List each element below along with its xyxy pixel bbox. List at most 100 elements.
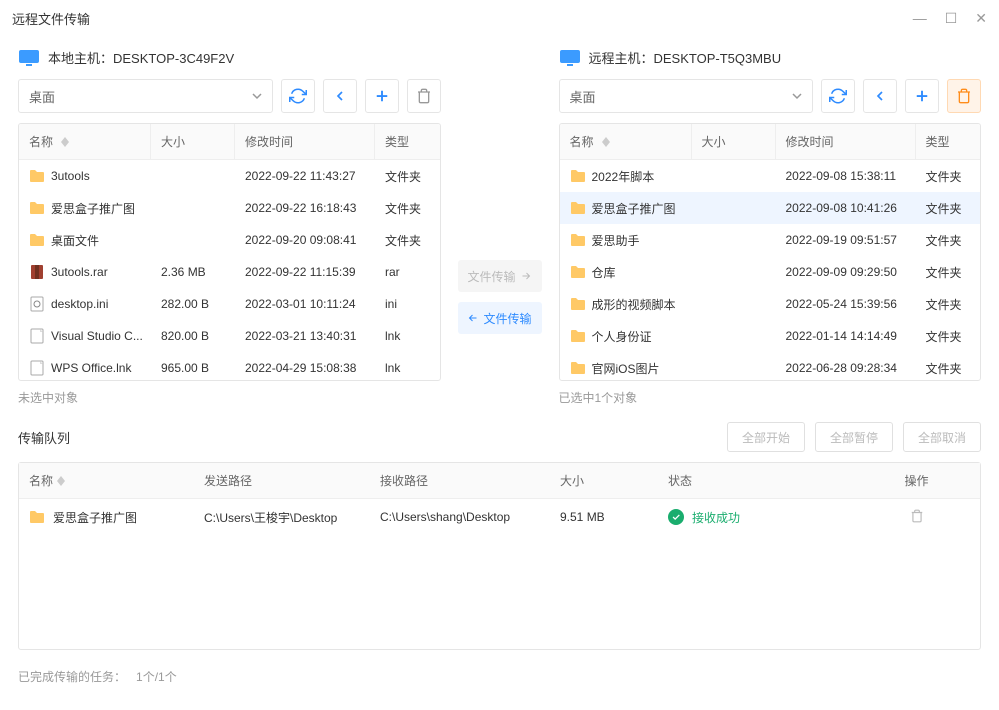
file-size: 2.36 MB bbox=[151, 265, 235, 279]
queue-item-name: 爱思盒子推广图 bbox=[53, 509, 137, 526]
queue-row[interactable]: 爱思盒子推广图 C:\Users\王梭宇\DesktopC:\Users\shan… bbox=[19, 499, 980, 535]
file-type: lnk bbox=[375, 329, 440, 343]
queue-item-delete-button[interactable] bbox=[910, 509, 924, 526]
file-type: 文件夹 bbox=[375, 168, 440, 185]
file-name: 爱思盒子推广图 bbox=[51, 200, 135, 217]
local-col-size-header[interactable]: 大小 bbox=[151, 124, 235, 159]
file-type: 文件夹 bbox=[375, 232, 440, 249]
local-new-folder-button[interactable] bbox=[365, 79, 399, 113]
file-row[interactable]: 官网iOS图片 2022-06-28 09:28:34文件夹 bbox=[560, 352, 981, 380]
file-name: 爱思盒子推广图 bbox=[592, 200, 676, 217]
local-refresh-button[interactable] bbox=[281, 79, 315, 113]
file-date: 2022-03-01 10:11:24 bbox=[235, 297, 375, 311]
file-name: 爱思助手 bbox=[592, 232, 640, 249]
file-name: 3utools.rar bbox=[51, 265, 108, 279]
file-date: 2022-09-09 09:29:50 bbox=[776, 265, 916, 279]
file-row[interactable]: 仓库2022-09-09 09:29:50文件夹 bbox=[560, 256, 981, 288]
file-date: 2022-09-22 11:43:27 bbox=[235, 169, 375, 183]
remote-delete-button[interactable] bbox=[947, 79, 981, 113]
file-name: WPS Office.lnk bbox=[51, 361, 131, 375]
file-type: 文件夹 bbox=[916, 232, 981, 249]
file-type: 文件夹 bbox=[916, 168, 981, 185]
file-name: 仓库 bbox=[592, 264, 616, 281]
remote-panel: 远程主机：DESKTOP-T5Q3MBU 桌面 名称 大小 修改时间 类型 20… bbox=[559, 48, 982, 406]
queue-col-send[interactable]: 发送路径 bbox=[194, 463, 370, 498]
transfer-to-local-button[interactable]: 文件传输 bbox=[458, 302, 542, 334]
monitor-icon bbox=[559, 49, 581, 67]
queue-col-status[interactable]: 状态 bbox=[658, 463, 853, 498]
file-row[interactable]: WPS Office.lnk 965.00 B2022-04-29 15:08:3… bbox=[19, 352, 440, 380]
remote-col-size-header[interactable]: 大小 bbox=[692, 124, 776, 159]
file-row[interactable]: 爱思盒子推广图2022-09-22 16:18:43文件夹 bbox=[19, 192, 440, 224]
local-host-label: 本地主机：DESKTOP-3C49F2V bbox=[48, 48, 234, 67]
file-row[interactable]: 3utools.rar2.36 MB2022-09-22 11:15:39rar bbox=[19, 256, 440, 288]
remote-col-type-header[interactable]: 类型 bbox=[916, 124, 981, 159]
close-button[interactable]: ✕ bbox=[975, 10, 987, 27]
local-back-button[interactable] bbox=[323, 79, 357, 113]
queue-start-all-button[interactable]: 全部开始 bbox=[727, 422, 805, 452]
remote-refresh-button[interactable] bbox=[821, 79, 855, 113]
local-col-name-header[interactable]: 名称 bbox=[19, 124, 151, 159]
local-delete-button[interactable] bbox=[407, 79, 441, 113]
minimize-button[interactable]: — bbox=[913, 10, 927, 27]
file-row[interactable]: 爱思助手 2022-09-19 09:51:57文件夹 bbox=[560, 224, 981, 256]
transfer-controls: 文件传输 文件传输 bbox=[455, 48, 545, 406]
queue-col-action[interactable]: 操作 bbox=[853, 463, 980, 498]
footer: 已完成传输的任务： 1个/1个 bbox=[0, 662, 999, 691]
file-date: 2022-09-08 10:41:26 bbox=[776, 201, 916, 215]
file-row[interactable]: 爱思盒子推广图 2022-09-08 10:41:26文件夹 bbox=[560, 192, 981, 224]
monitor-icon bbox=[18, 49, 40, 67]
transfer-to-remote-button: 文件传输 bbox=[458, 260, 542, 292]
file-date: 2022-09-20 09:08:41 bbox=[235, 233, 375, 247]
file-name: Visual Studio C... bbox=[51, 329, 143, 343]
queue-table: 名称 发送路径 接收路径 大小 状态 操作 爱思盒子推广图 C:\Users\王梭… bbox=[18, 462, 981, 650]
local-col-type-header[interactable]: 类型 bbox=[375, 124, 440, 159]
file-type: 文件夹 bbox=[916, 328, 981, 345]
remote-col-date-header[interactable]: 修改时间 bbox=[776, 124, 916, 159]
queue-pause-all-button[interactable]: 全部暂停 bbox=[815, 422, 893, 452]
remote-location-select[interactable]: 桌面 bbox=[559, 79, 814, 113]
file-date: 2022-01-14 14:14:49 bbox=[776, 329, 916, 343]
queue-item-send: C:\Users\王梭宇\Desktop bbox=[194, 499, 370, 535]
file-row[interactable]: 桌面文件 2022-09-20 09:08:41文件夹 bbox=[19, 224, 440, 256]
file-row[interactable]: 个人身份证2022-01-14 14:14:49文件夹 bbox=[560, 320, 981, 352]
file-date: 2022-09-08 15:38:11 bbox=[776, 169, 916, 183]
file-row[interactable]: Visual Studio C...820.00 B2022-03-21 13:… bbox=[19, 320, 440, 352]
file-row[interactable]: desktop.ini282.00 B2022-03-01 10:11:24in… bbox=[19, 288, 440, 320]
queue-col-recv[interactable]: 接收路径 bbox=[370, 463, 550, 498]
local-col-date-header[interactable]: 修改时间 bbox=[235, 124, 375, 159]
file-date: 2022-06-28 09:28:34 bbox=[776, 361, 916, 375]
file-name: 3utools bbox=[51, 169, 90, 183]
remote-host-label: 远程主机：DESKTOP-T5Q3MBU bbox=[589, 48, 782, 67]
chevron-down-icon bbox=[252, 91, 262, 101]
queue-col-size[interactable]: 大小 bbox=[550, 463, 658, 498]
queue-item-recv: C:\Users\shang\Desktop bbox=[370, 499, 550, 535]
window-title: 远程文件传输 bbox=[12, 9, 90, 28]
file-row[interactable]: 成形的视频脚本2022-05-24 15:39:56文件夹 bbox=[560, 288, 981, 320]
remote-file-list: 名称 大小 修改时间 类型 2022年脚本 2022-09-08 15:38:11… bbox=[559, 123, 982, 381]
titlebar: 远程文件传输 — ☐ ✕ bbox=[0, 0, 999, 36]
queue-cancel-all-button[interactable]: 全部取消 bbox=[903, 422, 981, 452]
remote-col-name-header[interactable]: 名称 bbox=[560, 124, 692, 159]
file-name: 桌面文件 bbox=[51, 232, 99, 249]
remote-new-folder-button[interactable] bbox=[905, 79, 939, 113]
file-name: 2022年脚本 bbox=[592, 168, 655, 185]
file-type: lnk bbox=[375, 361, 440, 375]
file-row[interactable]: 2022年脚本 2022-09-08 15:38:11文件夹 bbox=[560, 160, 981, 192]
file-date: 2022-09-19 09:51:57 bbox=[776, 233, 916, 247]
file-row[interactable]: 3utools 2022-09-22 11:43:27文件夹 bbox=[19, 160, 440, 192]
queue-col-name[interactable]: 名称 bbox=[19, 463, 194, 498]
file-type: 文件夹 bbox=[916, 296, 981, 313]
file-type: 文件夹 bbox=[916, 360, 981, 377]
maximize-button[interactable]: ☐ bbox=[945, 10, 958, 27]
file-date: 2022-04-29 15:08:38 bbox=[235, 361, 375, 375]
status-badge: 接收成功 bbox=[668, 509, 740, 526]
local-location-select[interactable]: 桌面 bbox=[18, 79, 273, 113]
file-type: 文件夹 bbox=[375, 200, 440, 217]
remote-back-button[interactable] bbox=[863, 79, 897, 113]
file-size: 965.00 B bbox=[151, 361, 235, 375]
remote-status: 已选中1个对象 bbox=[559, 389, 982, 406]
file-type: 文件夹 bbox=[916, 200, 981, 217]
file-name: 官网iOS图片 bbox=[592, 360, 660, 377]
file-type: rar bbox=[375, 265, 440, 279]
